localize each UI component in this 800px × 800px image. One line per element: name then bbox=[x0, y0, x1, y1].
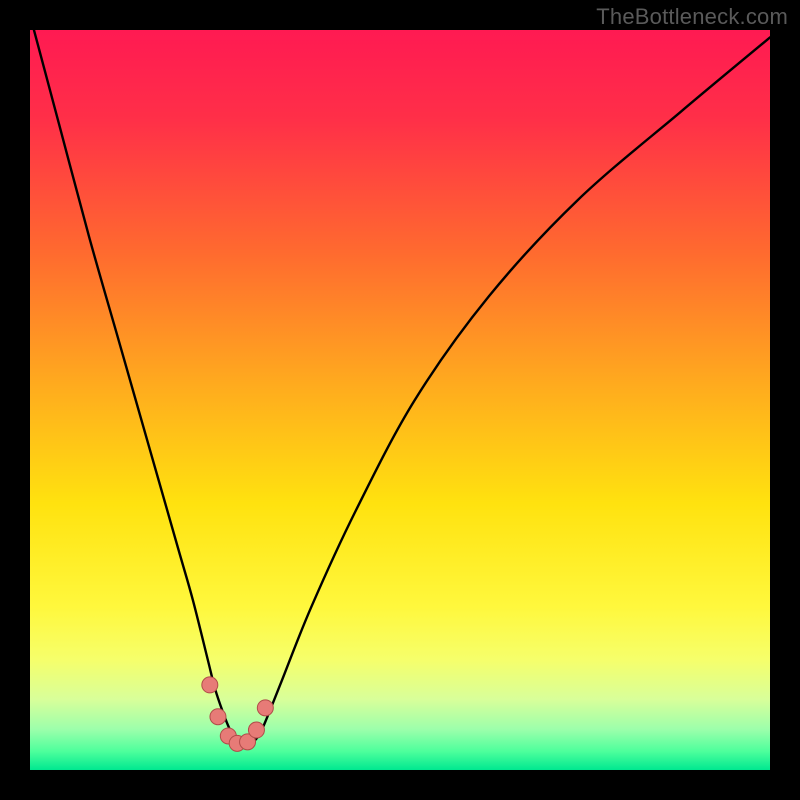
plot-area bbox=[30, 30, 770, 770]
curve-marker bbox=[248, 722, 264, 738]
watermark-label: TheBottleneck.com bbox=[596, 4, 788, 30]
curve-marker bbox=[210, 709, 226, 725]
curve-marker bbox=[257, 700, 273, 716]
gradient-background bbox=[30, 30, 770, 770]
curve-marker bbox=[202, 677, 218, 693]
chart-svg bbox=[30, 30, 770, 770]
chart-stage: TheBottleneck.com bbox=[0, 0, 800, 800]
